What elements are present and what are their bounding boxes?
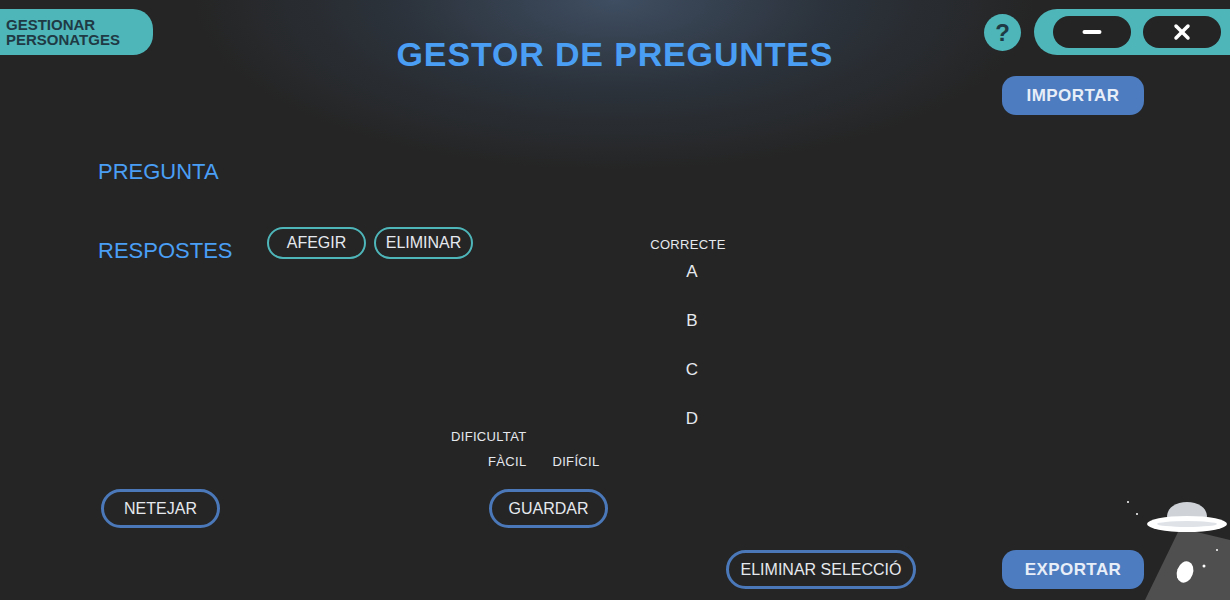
- close-icon: [1170, 20, 1194, 44]
- correct-option[interactable]: B: [686, 296, 698, 345]
- page-title: GESTOR DE PREGUNTES: [397, 37, 834, 71]
- difficulty-label: DIFICULTAT: [451, 430, 648, 443]
- add-answer-button[interactable]: AFEGIR: [267, 227, 366, 259]
- help-button[interactable]: ?: [984, 14, 1021, 51]
- header: GESTIONAR PERSONATGES GESTOR DE PREGUNTES…: [0, 0, 1230, 76]
- correct-column: CORRECTEABCD: [648, 227, 728, 443]
- window-controls: [1034, 9, 1230, 55]
- difficulty-group: DIFICULTAT FÀCIL DIFÍCIL: [451, 430, 648, 468]
- correct-option[interactable]: A: [686, 247, 698, 296]
- question-label: PREGUNTA: [98, 161, 1230, 183]
- difficulty-option[interactable]: FÀCIL: [488, 455, 526, 468]
- clear-button[interactable]: NETEJAR: [101, 489, 220, 528]
- manage-characters-button[interactable]: GESTIONAR PERSONATGES: [0, 9, 153, 55]
- import-button[interactable]: IMPORTAR: [1002, 76, 1144, 115]
- answers-section: RESPOSTESAFEGIRELIMINARDIFICULTATFÀCILDI…: [98, 227, 1230, 489]
- save-button[interactable]: GUARDAR: [489, 489, 608, 528]
- export-button[interactable]: EXPORTAR: [1002, 550, 1144, 589]
- minimize-button[interactable]: [1053, 16, 1131, 48]
- correct-label: CORRECTE: [650, 238, 726, 251]
- app-window: GESTIONAR PERSONATGES GESTOR DE PREGUNTES…: [0, 0, 1230, 600]
- close-button[interactable]: [1143, 16, 1221, 48]
- correct-option[interactable]: D: [686, 394, 698, 443]
- answers-label: RESPOSTES: [98, 227, 267, 262]
- ufo-icon: [1125, 500, 1230, 600]
- correct-option[interactable]: C: [686, 345, 698, 394]
- difficulty-option[interactable]: DIFÍCIL: [552, 455, 599, 468]
- delete-selection-button[interactable]: ELIMINAR SELECCIÓ: [726, 550, 916, 589]
- remove-answer-button[interactable]: ELIMINAR: [374, 227, 473, 259]
- minus-icon: [1079, 19, 1105, 45]
